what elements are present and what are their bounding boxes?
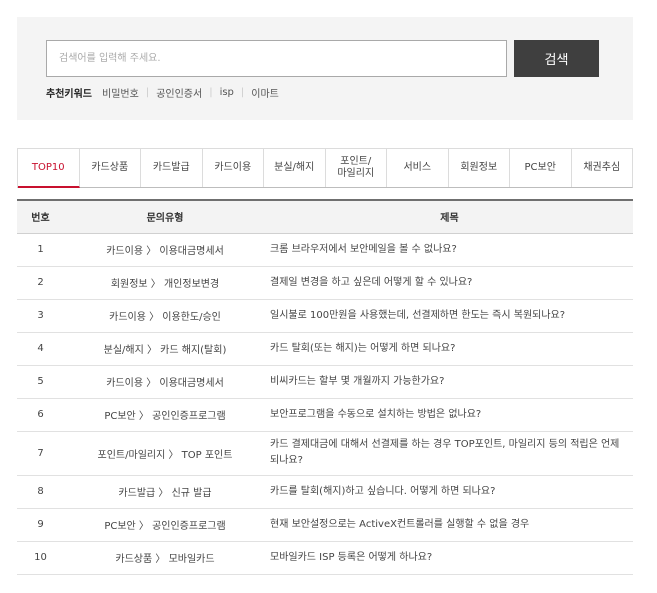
row-number: 10: [17, 541, 64, 575]
tab-services[interactable]: 서비스: [387, 149, 449, 187]
column-header-category: 문의유형: [64, 199, 266, 234]
row-title-link[interactable]: 카드 결제대금에 대해서 선결제를 하는 경우 TOP포인트, 마일리지 등의 …: [266, 431, 633, 476]
table-row[interactable]: 6 PC보안 〉 공인인증프로그램 보안프로그램을 수동으로 설치하는 방법은 …: [17, 398, 633, 432]
keyword-link[interactable]: 공인인증서: [156, 85, 202, 100]
row-title-link[interactable]: 일시불로 100만원을 사용했는데, 선결제하면 한도는 즉시 복원되나요?: [266, 299, 633, 333]
row-category: 포인트/마일리지 〉 TOP 포인트: [64, 431, 266, 476]
row-category: PC보안 〉 공인인증프로그램: [64, 398, 266, 432]
row-number: 6: [17, 398, 64, 432]
row-category: 카드발급 〉 신규 발급: [64, 475, 266, 509]
tab-card-issuance[interactable]: 카드발급: [141, 149, 203, 187]
keyword-link[interactable]: isp: [220, 87, 234, 98]
keyword-divider: |: [209, 86, 213, 98]
row-title-link[interactable]: 모바일카드 ISP 등록은 어떻게 하나요?: [266, 541, 633, 575]
row-title-link[interactable]: 카드를 탈회(해지)하고 싶습니다. 어떻게 하면 되나요?: [266, 475, 633, 509]
table-row[interactable]: 8 카드발급 〉 신규 발급 카드를 탈회(해지)하고 싶습니다. 어떻게 하면…: [17, 475, 633, 509]
row-category: 카드상품 〉 모바일카드: [64, 541, 266, 575]
tab-debt-collection[interactable]: 채권추심: [572, 149, 633, 187]
tab-lost-cancel[interactable]: 분실/해지: [264, 149, 326, 187]
row-title-link[interactable]: 현재 보안설정으로는 ActiveX컨트롤러를 실행할 수 없을 경우: [266, 508, 633, 542]
column-header-title: 제목: [266, 199, 633, 234]
keyword-link[interactable]: 비밀번호: [102, 85, 139, 100]
row-title-link[interactable]: 비씨카드는 할부 몇 개월까지 가능한가요?: [266, 365, 633, 399]
row-number: 8: [17, 475, 64, 509]
row-category: 카드이용 〉 이용한도/승인: [64, 299, 266, 333]
tab-card-usage[interactable]: 카드이용: [203, 149, 264, 187]
table-row[interactable]: 1 카드이용 〉 이용대금명세서 크롬 브라우저에서 보안메일을 볼 수 없나요…: [17, 233, 633, 267]
tab-member-info[interactable]: 회원정보: [449, 149, 510, 187]
row-number: 9: [17, 508, 64, 542]
search-button[interactable]: 검색: [514, 40, 599, 77]
row-number: 5: [17, 365, 64, 399]
row-title-link[interactable]: 보안프로그램을 수동으로 설치하는 방법은 없나요?: [266, 398, 633, 432]
recommended-keywords-title: 추천키워드: [46, 88, 92, 100]
table-row[interactable]: 4 분실/해지 〉 카드 해지(탈회) 카드 탈회(또는 해지)는 어떻게 하면…: [17, 332, 633, 366]
table-row[interactable]: 2 회원정보 〉 개인정보변경 결제일 변경을 하고 싶은데 어떻게 할 수 있…: [17, 266, 633, 300]
row-title-link[interactable]: 크롬 브라우저에서 보안메일을 볼 수 없나요?: [266, 233, 633, 267]
tab-card-products[interactable]: 카드상품: [80, 149, 141, 187]
table-row[interactable]: 5 카드이용 〉 이용대금명세서 비씨카드는 할부 몇 개월까지 가능한가요?: [17, 365, 633, 399]
tab-top10[interactable]: TOP10: [18, 149, 80, 188]
row-title-link[interactable]: 카드 탈회(또는 해지)는 어떻게 하면 되나요?: [266, 332, 633, 366]
tab-pc-security[interactable]: PC보안: [510, 149, 572, 187]
table-row[interactable]: 10 카드상품 〉 모바일카드 모바일카드 ISP 등록은 어떻게 하나요?: [17, 541, 633, 575]
table-header-row: 번호 문의유형 제목: [17, 199, 633, 234]
row-number: 4: [17, 332, 64, 366]
row-number: 3: [17, 299, 64, 333]
column-header-number: 번호: [17, 199, 64, 234]
table-row[interactable]: 9 PC보안 〉 공인인증프로그램 현재 보안설정으로는 ActiveX컨트롤러…: [17, 508, 633, 542]
row-number: 1: [17, 233, 64, 267]
tab-points-mileage[interactable]: 포인트/ 마일리지: [326, 149, 387, 187]
keyword-divider: |: [240, 86, 245, 98]
row-number: 2: [17, 266, 64, 300]
table-row[interactable]: 7 포인트/마일리지 〉 TOP 포인트 카드 결제대금에 대해서 선결제를 하…: [17, 431, 633, 476]
recommended-keywords: 추천키워드 비밀번호 | 공인인증서 | isp | 이마트: [46, 85, 279, 100]
faq-table: 번호 문의유형 제목 1 카드이용 〉 이용대금명세서 크롬 브라우저에서 보안…: [17, 199, 633, 575]
row-category: 분실/해지 〉 카드 해지(탈회): [64, 332, 266, 366]
row-title-link[interactable]: 결제일 변경을 하고 싶은데 어떻게 할 수 있나요?: [266, 266, 633, 300]
keyword-divider: |: [145, 86, 150, 98]
table-row[interactable]: 3 카드이용 〉 이용한도/승인 일시불로 100만원을 사용했는데, 선결제하…: [17, 299, 633, 333]
search-panel: 검색 추천키워드 비밀번호 | 공인인증서 | isp | 이마트: [17, 17, 633, 120]
row-number: 7: [17, 431, 64, 476]
row-category: 카드이용 〉 이용대금명세서: [64, 365, 266, 399]
row-category: 카드이용 〉 이용대금명세서: [64, 233, 266, 267]
faq-category-tabs: TOP10 카드상품 카드발급 카드이용 분실/해지 포인트/ 마일리지 서비스…: [17, 148, 633, 188]
keyword-link[interactable]: 이마트: [251, 85, 279, 100]
search-input[interactable]: [46, 40, 507, 77]
row-category: 회원정보 〉 개인정보변경: [64, 266, 266, 300]
row-category: PC보안 〉 공인인증프로그램: [64, 508, 266, 542]
